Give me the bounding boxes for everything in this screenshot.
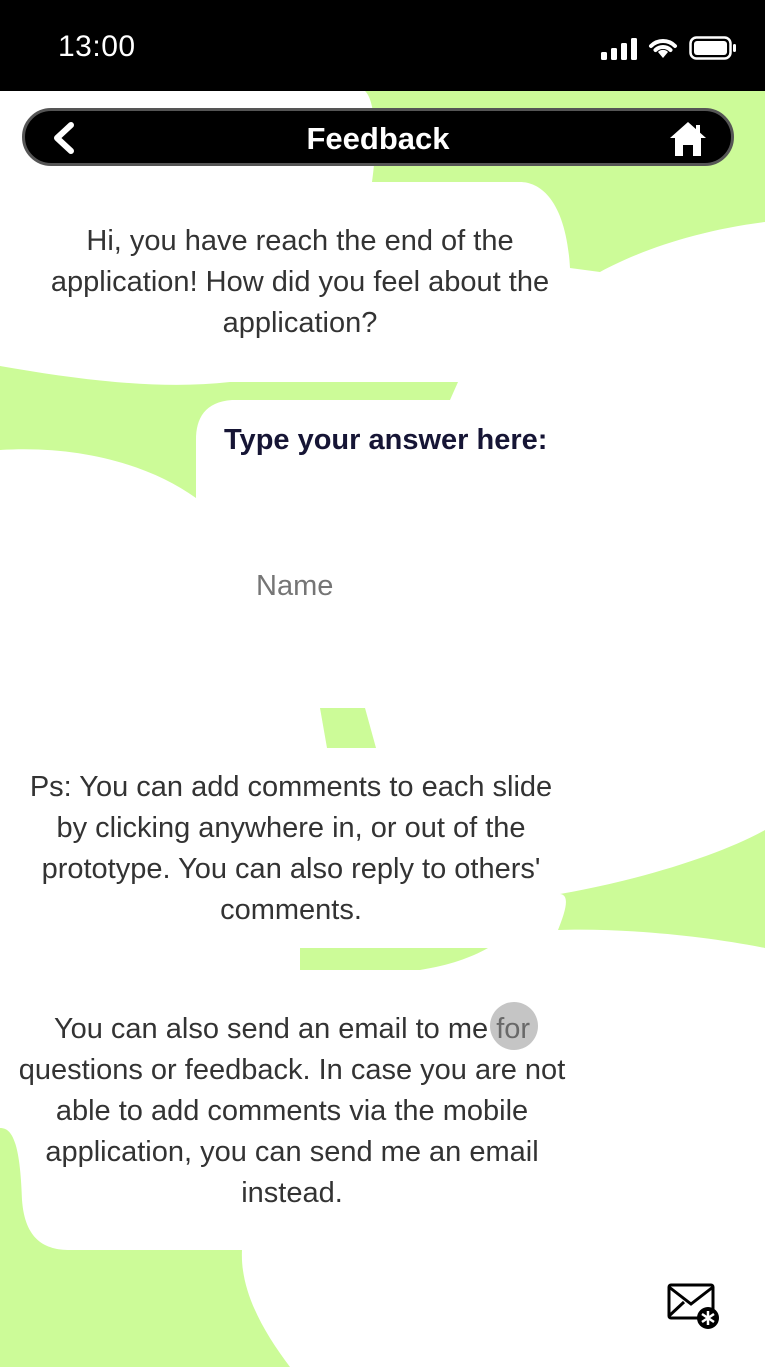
email-note: You can also send an email to me for que… — [18, 1013, 566, 1209]
name-field[interactable] — [240, 556, 612, 616]
answer-prompt: Type your answer here: — [224, 424, 548, 456]
signal-icon — [601, 38, 637, 60]
page-title: Feedback — [306, 121, 450, 156]
wifi-icon — [649, 39, 677, 58]
status-icons — [601, 36, 737, 60]
home-icon — [670, 122, 706, 156]
battery-icon — [689, 36, 736, 60]
email-button[interactable] — [666, 1282, 724, 1332]
status-bar: 13:00 — [0, 0, 765, 91]
touch-indicator — [490, 1002, 538, 1050]
mail-icon — [667, 1283, 719, 1329]
ps-note: Ps: You can add comments to each slide b… — [29, 771, 553, 926]
home-button[interactable] — [667, 119, 709, 159]
status-time: 13:00 — [58, 30, 136, 63]
nav-bar: Feedback — [22, 108, 734, 166]
intro-text: Hi, you have reach the end of the applic… — [50, 225, 550, 339]
